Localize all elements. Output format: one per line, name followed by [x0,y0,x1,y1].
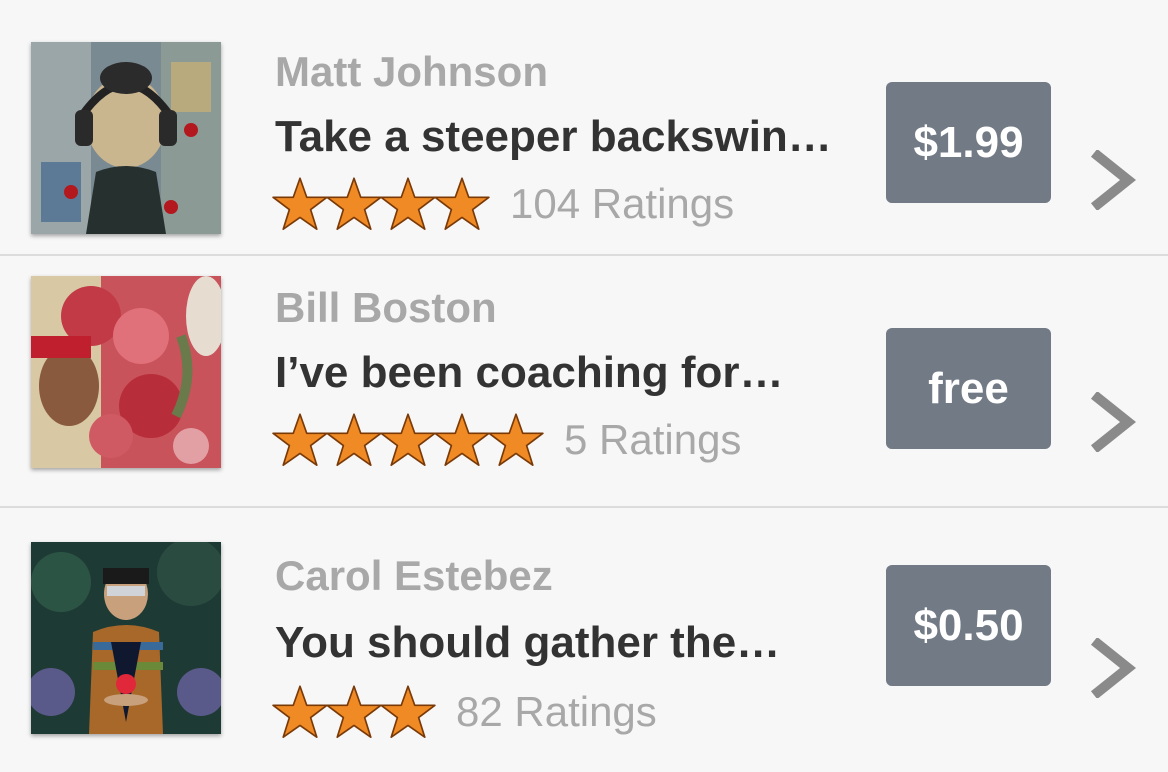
star-rating [272,684,436,740]
ratings-count: 82 Ratings [456,688,657,735]
chevron-right-icon[interactable] [1088,638,1138,698]
author-name: Matt Johnson [275,48,548,95]
list-item[interactable]: Carol Estebez You should gather the… 82 … [0,508,1168,772]
star-icon [272,685,328,739]
star-icon [434,413,490,467]
ratings-count: 104 Ratings [510,180,735,227]
thumbnail-image [31,276,221,468]
star-icon [326,413,382,467]
star-icon [272,413,328,467]
ratings-count: 5 Ratings [564,416,742,463]
price-button[interactable]: $1.99 [886,82,1051,203]
star-icon [380,413,436,467]
price-button[interactable]: $0.50 [886,565,1051,686]
star-icon [488,413,544,467]
author-name: Bill Boston [275,284,497,331]
author-name: Carol Estebez [275,552,553,599]
thumbnail-image [31,42,221,234]
star-icon [326,177,382,231]
tip-snippet: I’ve been coaching for… [275,348,784,397]
list-item[interactable]: Matt Johnson Take a steeper backswin… 10… [0,0,1168,256]
chevron-right-icon[interactable] [1088,150,1138,210]
price-button[interactable]: free [886,328,1051,449]
star-icon [326,685,382,739]
star-icon [272,177,328,231]
star-icon [434,177,490,231]
star-icon [380,685,436,739]
list-item[interactable]: Bill Boston I’ve been coaching for… 5 Ra… [0,256,1168,508]
rating: 104 Ratings [272,174,734,234]
star-icon [380,177,436,231]
rating: 5 Ratings [272,410,741,470]
tip-snippet: You should gather the… [275,618,781,667]
rating: 82 Ratings [272,682,657,742]
thumbnail-image [31,542,221,734]
star-rating [272,176,490,232]
chevron-right-icon[interactable] [1088,392,1138,452]
star-rating [272,412,544,468]
coach-list: Matt Johnson Take a steeper backswin… 10… [0,0,1168,772]
tip-snippet: Take a steeper backswin… [275,112,832,161]
